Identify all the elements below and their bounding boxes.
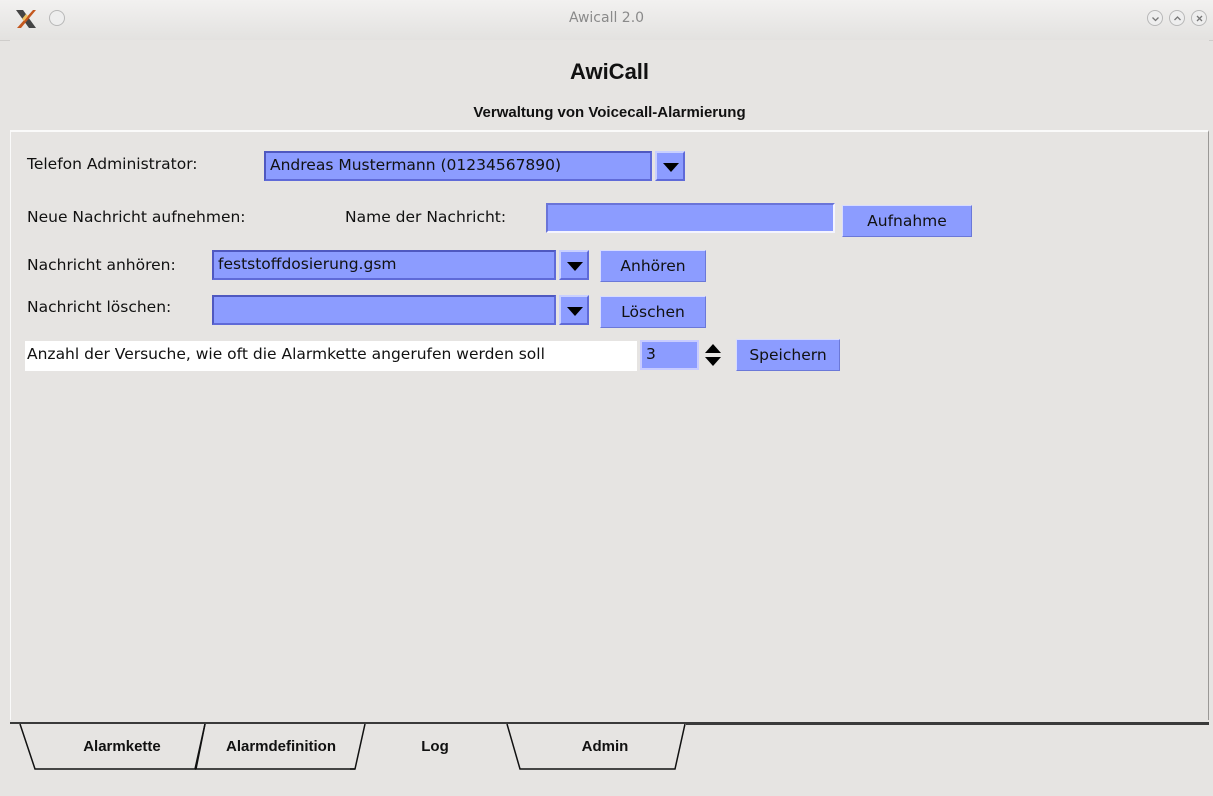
triangle-down-icon[interactable] — [655, 151, 685, 181]
up-down-arrows-icon[interactable] — [702, 340, 724, 370]
admin-phone-select[interactable]: Andreas Mustermann (01234567890) — [264, 151, 652, 181]
status-bar — [0, 774, 1213, 796]
tab-bar: Alarmkette Alarmdefinition Log Admin — [10, 722, 1209, 776]
message-name-input[interactable] — [546, 203, 835, 233]
app-subtitle: Verwaltung von Voicecall-Alarmierung — [473, 104, 746, 121]
triangle-down-icon[interactable] — [559, 295, 589, 325]
tab-alarmkette[interactable]: Alarmkette — [62, 738, 182, 755]
delete-button[interactable]: Löschen — [600, 296, 706, 328]
listen-message-label: Nachricht anhören: — [27, 256, 176, 274]
listen-button[interactable]: Anhören — [600, 250, 706, 282]
window-titlebar: Awicall 2.0 — [0, 0, 1213, 41]
delete-message-select[interactable] — [212, 295, 556, 325]
message-name-label: Name der Nachricht: — [345, 208, 507, 226]
listen-message-select[interactable]: feststoffdosierung.gsm — [212, 250, 556, 280]
record-message-label: Neue Nachricht aufnehmen: — [27, 208, 246, 226]
tab-admin[interactable]: Admin — [555, 738, 655, 755]
triangle-down-icon[interactable] — [559, 250, 589, 280]
app-header: AwiCall Verwaltung von Voicecall-Alarmie… — [10, 40, 1209, 130]
delete-message-label: Nachricht löschen: — [27, 298, 172, 316]
tab-alarmdefinition[interactable]: Alarmdefinition — [206, 738, 356, 755]
attempts-label: Anzahl der Versuche, wie oft die Alarmke… — [25, 341, 637, 371]
save-button[interactable]: Speichern — [736, 339, 840, 371]
app-title: AwiCall — [569, 59, 650, 84]
record-button[interactable]: Aufnahme — [842, 205, 972, 237]
attempts-input[interactable]: 3 — [640, 340, 699, 370]
close-icon[interactable] — [1191, 10, 1207, 26]
chevron-down-icon[interactable] — [1147, 10, 1163, 26]
admin-phone-label: Telefon Administrator: — [27, 155, 198, 173]
chevron-up-icon[interactable] — [1169, 10, 1185, 26]
tab-log[interactable]: Log — [385, 738, 485, 755]
window-title: Awicall 2.0 — [568, 10, 645, 26]
